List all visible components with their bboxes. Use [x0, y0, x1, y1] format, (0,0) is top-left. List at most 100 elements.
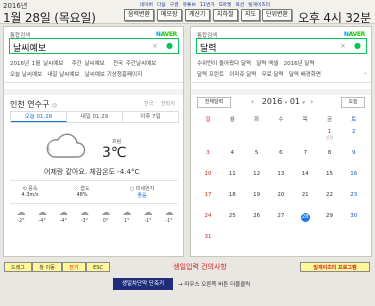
chevron-down-icon[interactable]: ⌄ — [363, 69, 368, 76]
calendar-day[interactable]: 17 — [196, 192, 220, 198]
tab-tomorrow[interactable]: 내일 01.29 — [67, 112, 123, 122]
unit-convert-button[interactable]: 단위변환 — [262, 9, 293, 21]
calendar-day[interactable]: 22 — [318, 192, 342, 198]
calendar-day[interactable]: 12 — [245, 171, 269, 177]
hour-item: ☁ 1° — [118, 208, 136, 224]
link-11st[interactable]: 11번가 — [200, 1, 215, 8]
calendar-day[interactable]: 6 — [269, 150, 293, 156]
calendar-day[interactable]: 25 — [220, 213, 244, 219]
calendar-day[interactable]: 19 — [245, 192, 269, 198]
location-name[interactable]: 인천 연수구 — [10, 100, 49, 109]
weather-search-box[interactable]: 날씨예보 × ● — [9, 38, 179, 54]
day-number: 4 — [230, 150, 235, 156]
date-label: 1월 28일 (목요일) — [3, 11, 96, 25]
calendar-day[interactable]: 26 — [245, 213, 269, 219]
search-query[interactable]: 날씨예보 — [13, 41, 46, 54]
calendar-day[interactable]: 27 — [269, 213, 293, 219]
suggestion[interactable]: 달력 엑셀 — [256, 61, 278, 67]
calendar-day[interactable]: 30 — [342, 213, 366, 219]
calendar-day[interactable]: 20 — [269, 192, 293, 198]
next-month-icon[interactable]: › — [310, 97, 313, 106]
cloudy-icon — [46, 133, 86, 158]
link-gmarket[interactable]: G마켓 — [219, 1, 232, 8]
hour-item: ☁ -1° — [139, 208, 157, 224]
calendar-day[interactable]: 14 — [293, 171, 317, 177]
calendar-day[interactable]: 11 — [220, 171, 244, 177]
calendar-day[interactable]: 24 — [196, 213, 220, 219]
suggestion[interactable]: 전국 주간날씨예보 — [113, 61, 156, 67]
calendar-day[interactable]: 13 — [269, 171, 293, 177]
suggestion[interactable]: 주간 날씨예보 — [72, 61, 105, 67]
link-auction[interactable]: 옥션 — [235, 1, 244, 8]
link-naver[interactable]: 네이버 — [140, 1, 153, 8]
link-daum[interactable]: 다음 — [157, 1, 166, 8]
calendar-day[interactable]: 3 — [196, 150, 220, 156]
day-number: 29 — [326, 213, 333, 219]
calendar-panel: 통합검색 NAVER 달력 × ● 수위먼이 돌아왔다 달력 달력 엑셀 201… — [190, 26, 372, 257]
today-button[interactable]: 오늘 — [341, 97, 365, 108]
calendar-day[interactable]: 5 — [245, 150, 269, 156]
link-billgates[interactable]: 빌게이츠티 — [248, 1, 270, 8]
clear-icon[interactable]: × — [152, 42, 158, 50]
day-number: 31 — [204, 234, 212, 240]
search-query[interactable]: 달력 — [200, 41, 217, 54]
clear-icon[interactable]: × — [340, 42, 346, 50]
suggestion[interactable]: 무료 달력 — [262, 72, 284, 78]
calendar-day[interactable]: 31 — [196, 234, 220, 240]
chevron-down-icon[interactable]: ▾ — [285, 100, 288, 106]
suggestion[interactable]: 2016년 1월 날씨예보 — [10, 61, 63, 67]
calendar-day[interactable]: 10 — [196, 171, 220, 177]
calendar-day[interactable]: 7 — [293, 150, 317, 156]
calendar-day[interactable]: 2 — [342, 129, 366, 135]
calendar-search-box[interactable]: 달력 × ● — [196, 38, 367, 54]
calendar-day[interactable]: 21 — [293, 192, 317, 198]
location-title: 인천 연수구 ◎ — [10, 99, 57, 110]
calendar-day[interactable]: 28 — [293, 213, 317, 222]
suggestion[interactable]: 수위먼이 돌아왔다 달력 — [197, 61, 251, 67]
calendar-day[interactable]: 23 — [342, 192, 366, 198]
meta-nationwide[interactable]: 전국 — [144, 100, 153, 107]
memo-button[interactable]: 메모장 — [157, 9, 182, 21]
calendar-day[interactable]: 15 — [318, 171, 342, 177]
tab-today[interactable]: 오늘 01.28 — [11, 112, 67, 122]
calendar-day[interactable]: 9 — [342, 150, 366, 156]
tab-week[interactable]: 이후 7일 — [123, 112, 178, 122]
mic-icon[interactable]: ● — [354, 41, 361, 50]
calendar-day[interactable]: 29 — [318, 213, 342, 219]
location-icon[interactable]: ◎ — [52, 102, 57, 109]
suggestion[interactable]: 이미쥬 달력 — [229, 72, 256, 78]
calculator-button[interactable]: 계산기 — [185, 9, 210, 21]
calendar-month[interactable]: 01 — [290, 97, 300, 106]
calendar-day[interactable]: 18 — [220, 192, 244, 198]
lunar-convert-button[interactable]: 음력변환 — [124, 9, 155, 21]
suggestion[interactable]: 달력 프린트 — [197, 72, 224, 78]
chevron-down-icon[interactable]: ▾ — [303, 100, 306, 106]
divider — [10, 180, 178, 181]
feedback-link[interactable]: 생일입력 건의사항 — [120, 262, 280, 272]
meta-coldwave[interactable]: 한파지 — [161, 100, 175, 107]
meta-sep: · — [156, 100, 158, 106]
program-button[interactable]: 빌게이츠티 프로그램 — [300, 262, 370, 272]
prev-month-icon[interactable]: ‹ — [251, 97, 254, 106]
full-calendar-button[interactable]: 전체달력 — [197, 97, 231, 108]
day-number: 15 — [326, 171, 333, 177]
calendar-day[interactable]: 4 — [220, 150, 244, 156]
day-number: 19 — [253, 192, 261, 198]
drag-move-label: 창 이동 — [32, 262, 62, 272]
hour-item: ☁ -4° — [33, 208, 51, 224]
mic-icon[interactable]: ● — [166, 41, 173, 50]
calendar-day[interactable]: 8 — [318, 150, 342, 156]
link-google[interactable]: 구글 — [170, 1, 179, 8]
suggestion[interactable]: 내일 날씨예보 — [47, 72, 79, 78]
calendar-year[interactable]: 2016 — [262, 97, 282, 106]
link-youtube[interactable]: 유튜브 — [183, 1, 196, 8]
suggestion[interactable]: 오늘 날씨예보 — [10, 72, 42, 78]
calendar-day[interactable]: 1 신정 — [318, 129, 342, 140]
subway-button[interactable]: 지하철 — [213, 9, 238, 21]
suggestion[interactable]: 날씨예보 기상청홈페이지 — [85, 72, 142, 78]
calendar-day[interactable]: 16 — [342, 171, 366, 177]
map-button[interactable]: 지도 — [241, 9, 261, 21]
suggestion[interactable]: 달력 배경화면 — [289, 72, 321, 78]
suggestion[interactable]: 2016년 달력 — [284, 61, 315, 67]
weather-description: 어제랑 같아요. 체감온도 -4.4°C — [44, 168, 140, 176]
